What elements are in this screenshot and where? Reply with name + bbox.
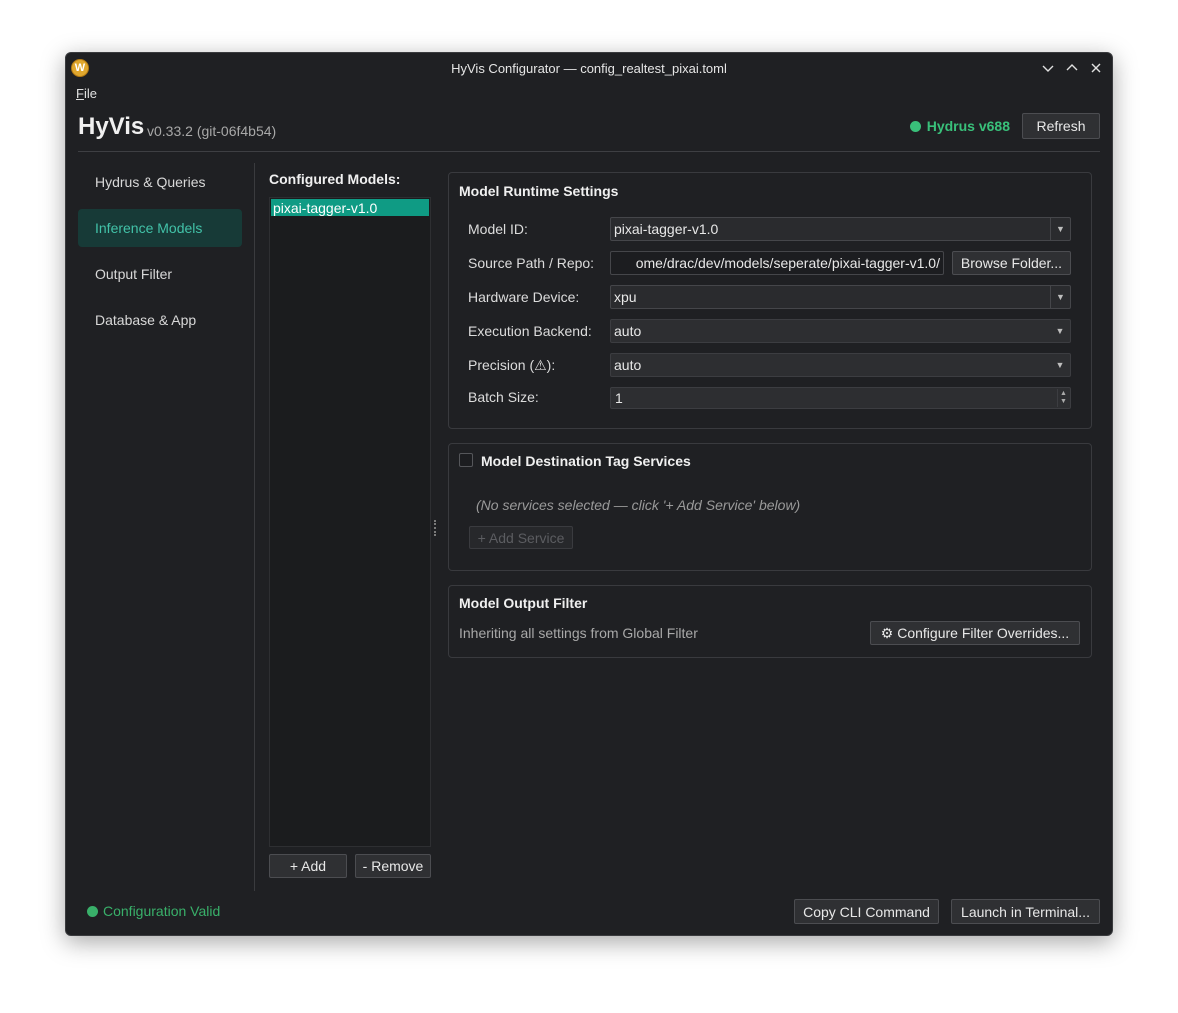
- batch-size-label: Batch Size:: [468, 389, 539, 405]
- source-path-input[interactable]: ome/drac/dev/models/seperate/pixai-tagge…: [610, 251, 944, 275]
- config-status-label: Configuration Valid: [103, 903, 221, 919]
- header-divider: [78, 151, 1100, 152]
- sidebar: Hydrus & Queries Inference Models Output…: [78, 163, 242, 347]
- launch-in-terminal-button[interactable]: Launch in Terminal...: [951, 899, 1100, 924]
- output-filter-group: Model Output Filter Inheriting all setti…: [448, 585, 1092, 658]
- batch-size-stepper[interactable]: 1 ▲ ▼: [610, 387, 1071, 409]
- output-filter-title: Model Output Filter: [459, 595, 588, 611]
- app-logo-icon: W: [71, 59, 89, 77]
- hydrus-status: Hydrus v688: [909, 118, 1010, 134]
- model-id-label: Model ID:: [468, 221, 528, 237]
- source-path-row: Source Path / Repo: ome/drac/dev/models/…: [468, 251, 1071, 277]
- batch-size-value: 1: [615, 390, 623, 406]
- maximize-icon: [1066, 64, 1078, 71]
- window-title: HyVis Configurator — config_realtest_pix…: [451, 60, 727, 76]
- hardware-device-label: Hardware Device:: [468, 289, 580, 305]
- destination-services-group: Model Destination Tag Services (No servi…: [448, 443, 1092, 571]
- remove-model-button[interactable]: - Remove: [355, 854, 431, 878]
- status-dot-icon: [909, 120, 921, 132]
- add-model-button[interactable]: + Add: [269, 854, 347, 878]
- chevron-down-icon: ▼: [1050, 218, 1070, 240]
- list-item[interactable]: pixai-tagger-v1.0: [271, 199, 429, 216]
- precision-select[interactable]: auto ▼: [610, 353, 1071, 377]
- chevron-down-icon: ▼: [1055, 326, 1065, 336]
- menu-file-mnemonic: F: [76, 85, 84, 101]
- runtime-settings-group: Model Runtime Settings Model ID: pixai-t…: [448, 172, 1092, 429]
- minimize-button[interactable]: [1038, 57, 1058, 79]
- model-id-value: pixai-tagger-v1.0: [614, 221, 719, 237]
- close-icon: [1091, 63, 1101, 73]
- sidebar-divider: [254, 163, 255, 891]
- model-id-row: Model ID: pixai-tagger-v1.0 ▼: [468, 217, 1071, 243]
- sidebar-item-database-app[interactable]: Database & App: [78, 301, 242, 339]
- models-title: Configured Models:: [269, 171, 401, 187]
- hardware-device-select[interactable]: xpu ▼: [610, 285, 1071, 309]
- destination-services-title: Model Destination Tag Services: [481, 453, 691, 469]
- app-window: W HyVis Configurator — config_realtest_p…: [65, 52, 1113, 936]
- source-path-label: Source Path / Repo:: [468, 255, 595, 271]
- precision-label: Precision (⚠):: [468, 357, 556, 373]
- app-version: v0.33.2 (git-06f4b54): [147, 123, 277, 139]
- hydrus-status-label: Hydrus v688: [926, 118, 1010, 134]
- configure-filter-overrides-button[interactable]: ⚙ Configure Filter Overrides...: [870, 621, 1080, 645]
- models-panel: Configured Models: pixai-tagger-v1.0 + A…: [269, 171, 431, 878]
- chevron-down-icon: ▼: [1050, 286, 1070, 308]
- sidebar-item-output-filter[interactable]: Output Filter: [78, 255, 242, 293]
- splitter-handle[interactable]: [434, 520, 436, 536]
- add-service-button: + Add Service: [469, 526, 573, 549]
- execution-backend-row: Execution Backend: auto ▼: [468, 319, 1071, 345]
- menu-bar: File: [76, 83, 97, 103]
- destination-services-checkbox[interactable]: [459, 453, 473, 467]
- batch-size-row: Batch Size: 1 ▲ ▼: [468, 387, 1071, 413]
- spin-arrows-icon[interactable]: ▲ ▼: [1057, 389, 1069, 407]
- copy-cli-command-button[interactable]: Copy CLI Command: [794, 899, 939, 924]
- precision-value: auto: [614, 357, 642, 373]
- minimize-icon: [1042, 65, 1054, 72]
- sidebar-item-inference-models[interactable]: Inference Models: [78, 209, 242, 247]
- close-button[interactable]: [1086, 57, 1106, 79]
- refresh-button[interactable]: Refresh: [1022, 113, 1100, 139]
- model-id-select[interactable]: pixai-tagger-v1.0 ▼: [610, 217, 1071, 241]
- app-name: HyVis: [78, 113, 145, 140]
- runtime-settings-title: Model Runtime Settings: [459, 183, 619, 199]
- execution-backend-select[interactable]: auto ▼: [610, 319, 1071, 343]
- no-services-placeholder: (No services selected — click '+ Add Ser…: [476, 497, 801, 513]
- sidebar-item-hydrus-queries[interactable]: Hydrus & Queries: [78, 163, 242, 201]
- menu-file-label: ile: [83, 85, 97, 101]
- config-status: Configuration Valid: [87, 903, 220, 919]
- inherit-status-text: Inheriting all settings from Global Filt…: [459, 625, 698, 641]
- window-controls: [1038, 57, 1106, 79]
- browse-folder-button[interactable]: Browse Folder...: [952, 251, 1071, 275]
- execution-backend-label: Execution Backend:: [468, 323, 592, 339]
- status-dot-icon: [87, 905, 98, 917]
- hardware-device-row: Hardware Device: xpu ▼: [468, 285, 1071, 311]
- execution-backend-value: auto: [614, 323, 642, 339]
- menu-file[interactable]: File: [76, 86, 97, 101]
- maximize-button[interactable]: [1062, 57, 1082, 79]
- precision-row: Precision (⚠): auto ▼: [468, 353, 1071, 379]
- title-bar[interactable]: W HyVis Configurator — config_realtest_p…: [66, 53, 1112, 83]
- chevron-down-icon: ▼: [1055, 360, 1065, 370]
- hardware-device-value: xpu: [614, 289, 637, 305]
- app-header: HyVis v0.33.2 (git-06f4b54) Hydrus v688 …: [78, 113, 1100, 149]
- models-list[interactable]: pixai-tagger-v1.0: [269, 197, 431, 847]
